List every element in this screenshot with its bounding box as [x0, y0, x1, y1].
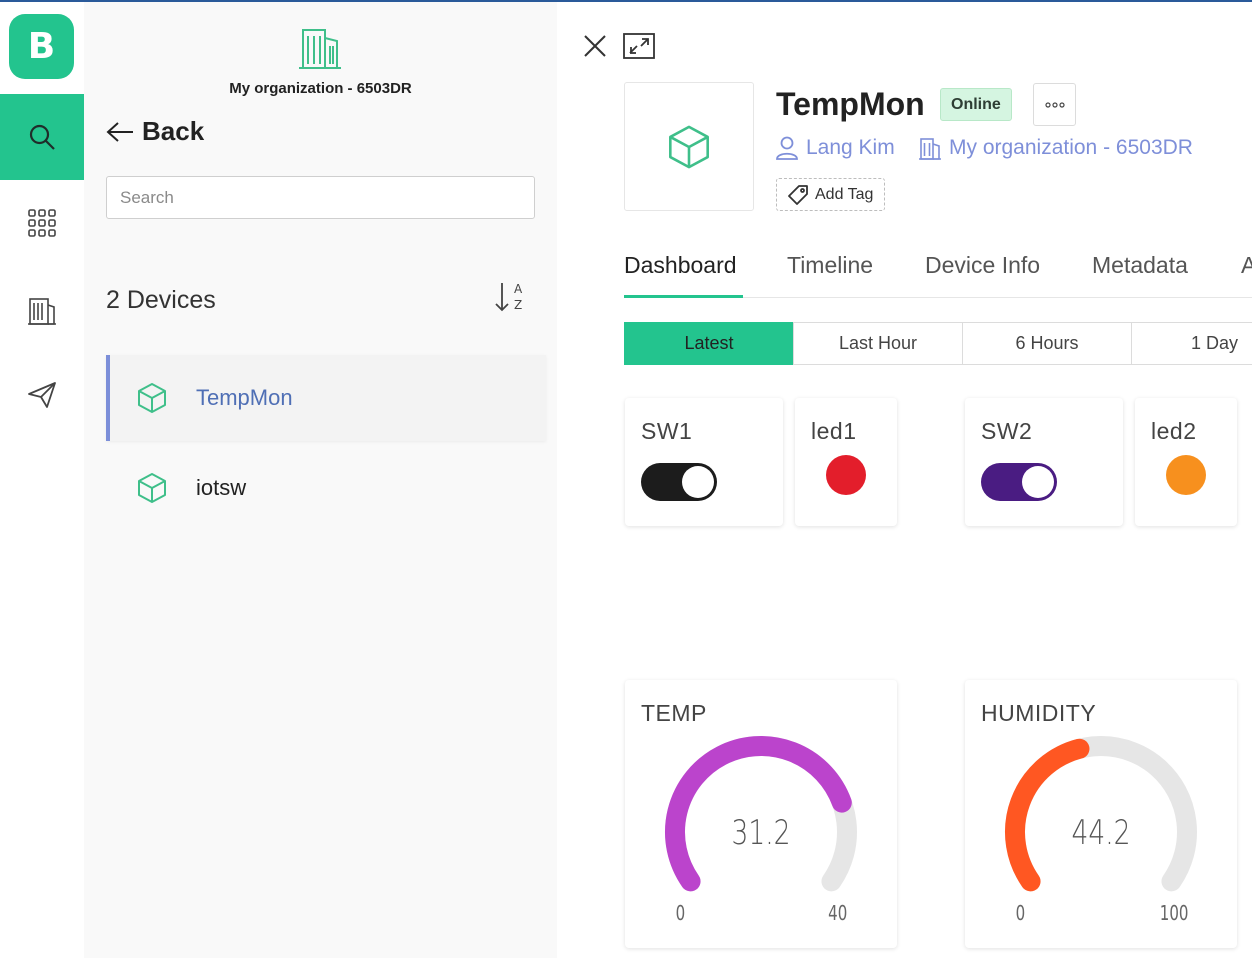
widget-title: led1 [811, 418, 857, 444]
add-tag-label: Add Tag [815, 185, 874, 203]
range-latest[interactable]: Latest [624, 322, 794, 365]
led2-indicator [1166, 455, 1206, 495]
led-widget-led2: led2 [1135, 398, 1237, 526]
organization-name: My organization - 6503DR [229, 80, 412, 97]
device-list-item-tempmon[interactable]: TempMon [106, 355, 546, 441]
tab-dashboard[interactable]: Dashboard [624, 252, 737, 279]
device-title: TempMon [776, 86, 925, 122]
device-image[interactable] [624, 82, 754, 211]
led1-indicator [826, 455, 866, 495]
gauge-widget-temp: TEMP 31.2 0 40 [625, 680, 897, 948]
device-list-label: TempMon [196, 385, 293, 410]
widget-title: SW2 [981, 418, 1033, 444]
owner-name: Lang Kim [806, 136, 895, 159]
gauge-max: 100 [1159, 901, 1189, 925]
toggle-knob [682, 466, 714, 498]
device-organization[interactable]: My organization - 6503DR [919, 136, 1193, 160]
status-badge: Online [940, 88, 1012, 121]
organization-icon [299, 29, 341, 69]
rail-search[interactable] [0, 94, 84, 180]
device-list-item-iotsw[interactable]: iotsw [106, 445, 546, 531]
close-icon[interactable] [583, 34, 607, 58]
user-icon [776, 136, 798, 160]
time-range-selector: Latest Last Hour 6 Hours 1 Day [624, 322, 1252, 365]
building-icon [919, 138, 941, 160]
search-icon [29, 124, 55, 150]
device-tabs: Dashboard Timeline Device Info Metadata … [624, 242, 1252, 298]
tab-metadata[interactable]: Metadata [1092, 252, 1188, 279]
arrow-left-icon [106, 121, 133, 142]
rail-apps[interactable] [0, 180, 84, 266]
rail-organizations[interactable] [0, 266, 84, 352]
gauge-value: 31.2 [731, 813, 791, 853]
sw2-toggle[interactable] [981, 463, 1057, 501]
sort-az-icon[interactable]: A Z [494, 280, 526, 314]
cube-icon [138, 383, 166, 413]
back-button[interactable]: Back [106, 116, 204, 147]
organization-link: My organization - 6503DR [949, 136, 1193, 159]
grid-icon [28, 209, 56, 237]
range-1-day[interactable]: 1 Day [1131, 322, 1252, 365]
gauge-widget-humidity: HUMIDITY 44.2 0 100 [965, 680, 1237, 948]
tab-device-info[interactable]: Device Info [925, 252, 1040, 279]
gauge-min: 0 [1015, 901, 1026, 925]
tab-overflow[interactable]: A [1241, 252, 1252, 279]
gauge-value: 44.2 [1071, 813, 1131, 853]
more-icon [1044, 101, 1065, 108]
toggle-knob [1022, 466, 1054, 498]
device-count: 2 Devices [106, 286, 216, 314]
gauge-max: 40 [828, 901, 848, 925]
expand-icon[interactable] [623, 33, 655, 59]
device-owner[interactable]: Lang Kim [776, 136, 895, 160]
gauge-min: 0 [675, 901, 686, 925]
widget-title: led2 [1151, 418, 1197, 444]
device-list-label: iotsw [196, 475, 247, 500]
rail-messages[interactable] [0, 352, 84, 438]
icon-rail: B [0, 2, 84, 958]
switch-widget-sw1: SW1 [625, 398, 783, 526]
cube-icon [138, 473, 166, 503]
device-detail: TempMon Online Lang Kim My organization … [557, 2, 1252, 958]
active-tab-indicator [624, 295, 743, 298]
cube-icon [669, 125, 709, 168]
app-logo[interactable]: B [9, 14, 74, 79]
switch-widget-sw2: SW2 [965, 398, 1123, 526]
device-list-panel: My organization - 6503DR Back 2 Devices … [84, 2, 557, 958]
building-icon [28, 298, 56, 325]
add-tag-button[interactable]: Add Tag [776, 178, 886, 211]
send-icon [28, 382, 56, 408]
range-6-hours[interactable]: 6 Hours [962, 322, 1132, 365]
led-widget-led1: led1 [795, 398, 897, 526]
sw1-toggle[interactable] [641, 463, 717, 501]
tag-icon [788, 184, 808, 205]
tab-timeline[interactable]: Timeline [787, 252, 873, 279]
svg-text:A: A [514, 282, 523, 296]
back-label: Back [142, 116, 205, 146]
search-input[interactable] [106, 176, 535, 219]
more-options-button[interactable] [1033, 83, 1076, 126]
widget-title: SW1 [641, 418, 693, 444]
range-last-hour[interactable]: Last Hour [793, 322, 963, 365]
svg-text:Z: Z [514, 298, 522, 312]
